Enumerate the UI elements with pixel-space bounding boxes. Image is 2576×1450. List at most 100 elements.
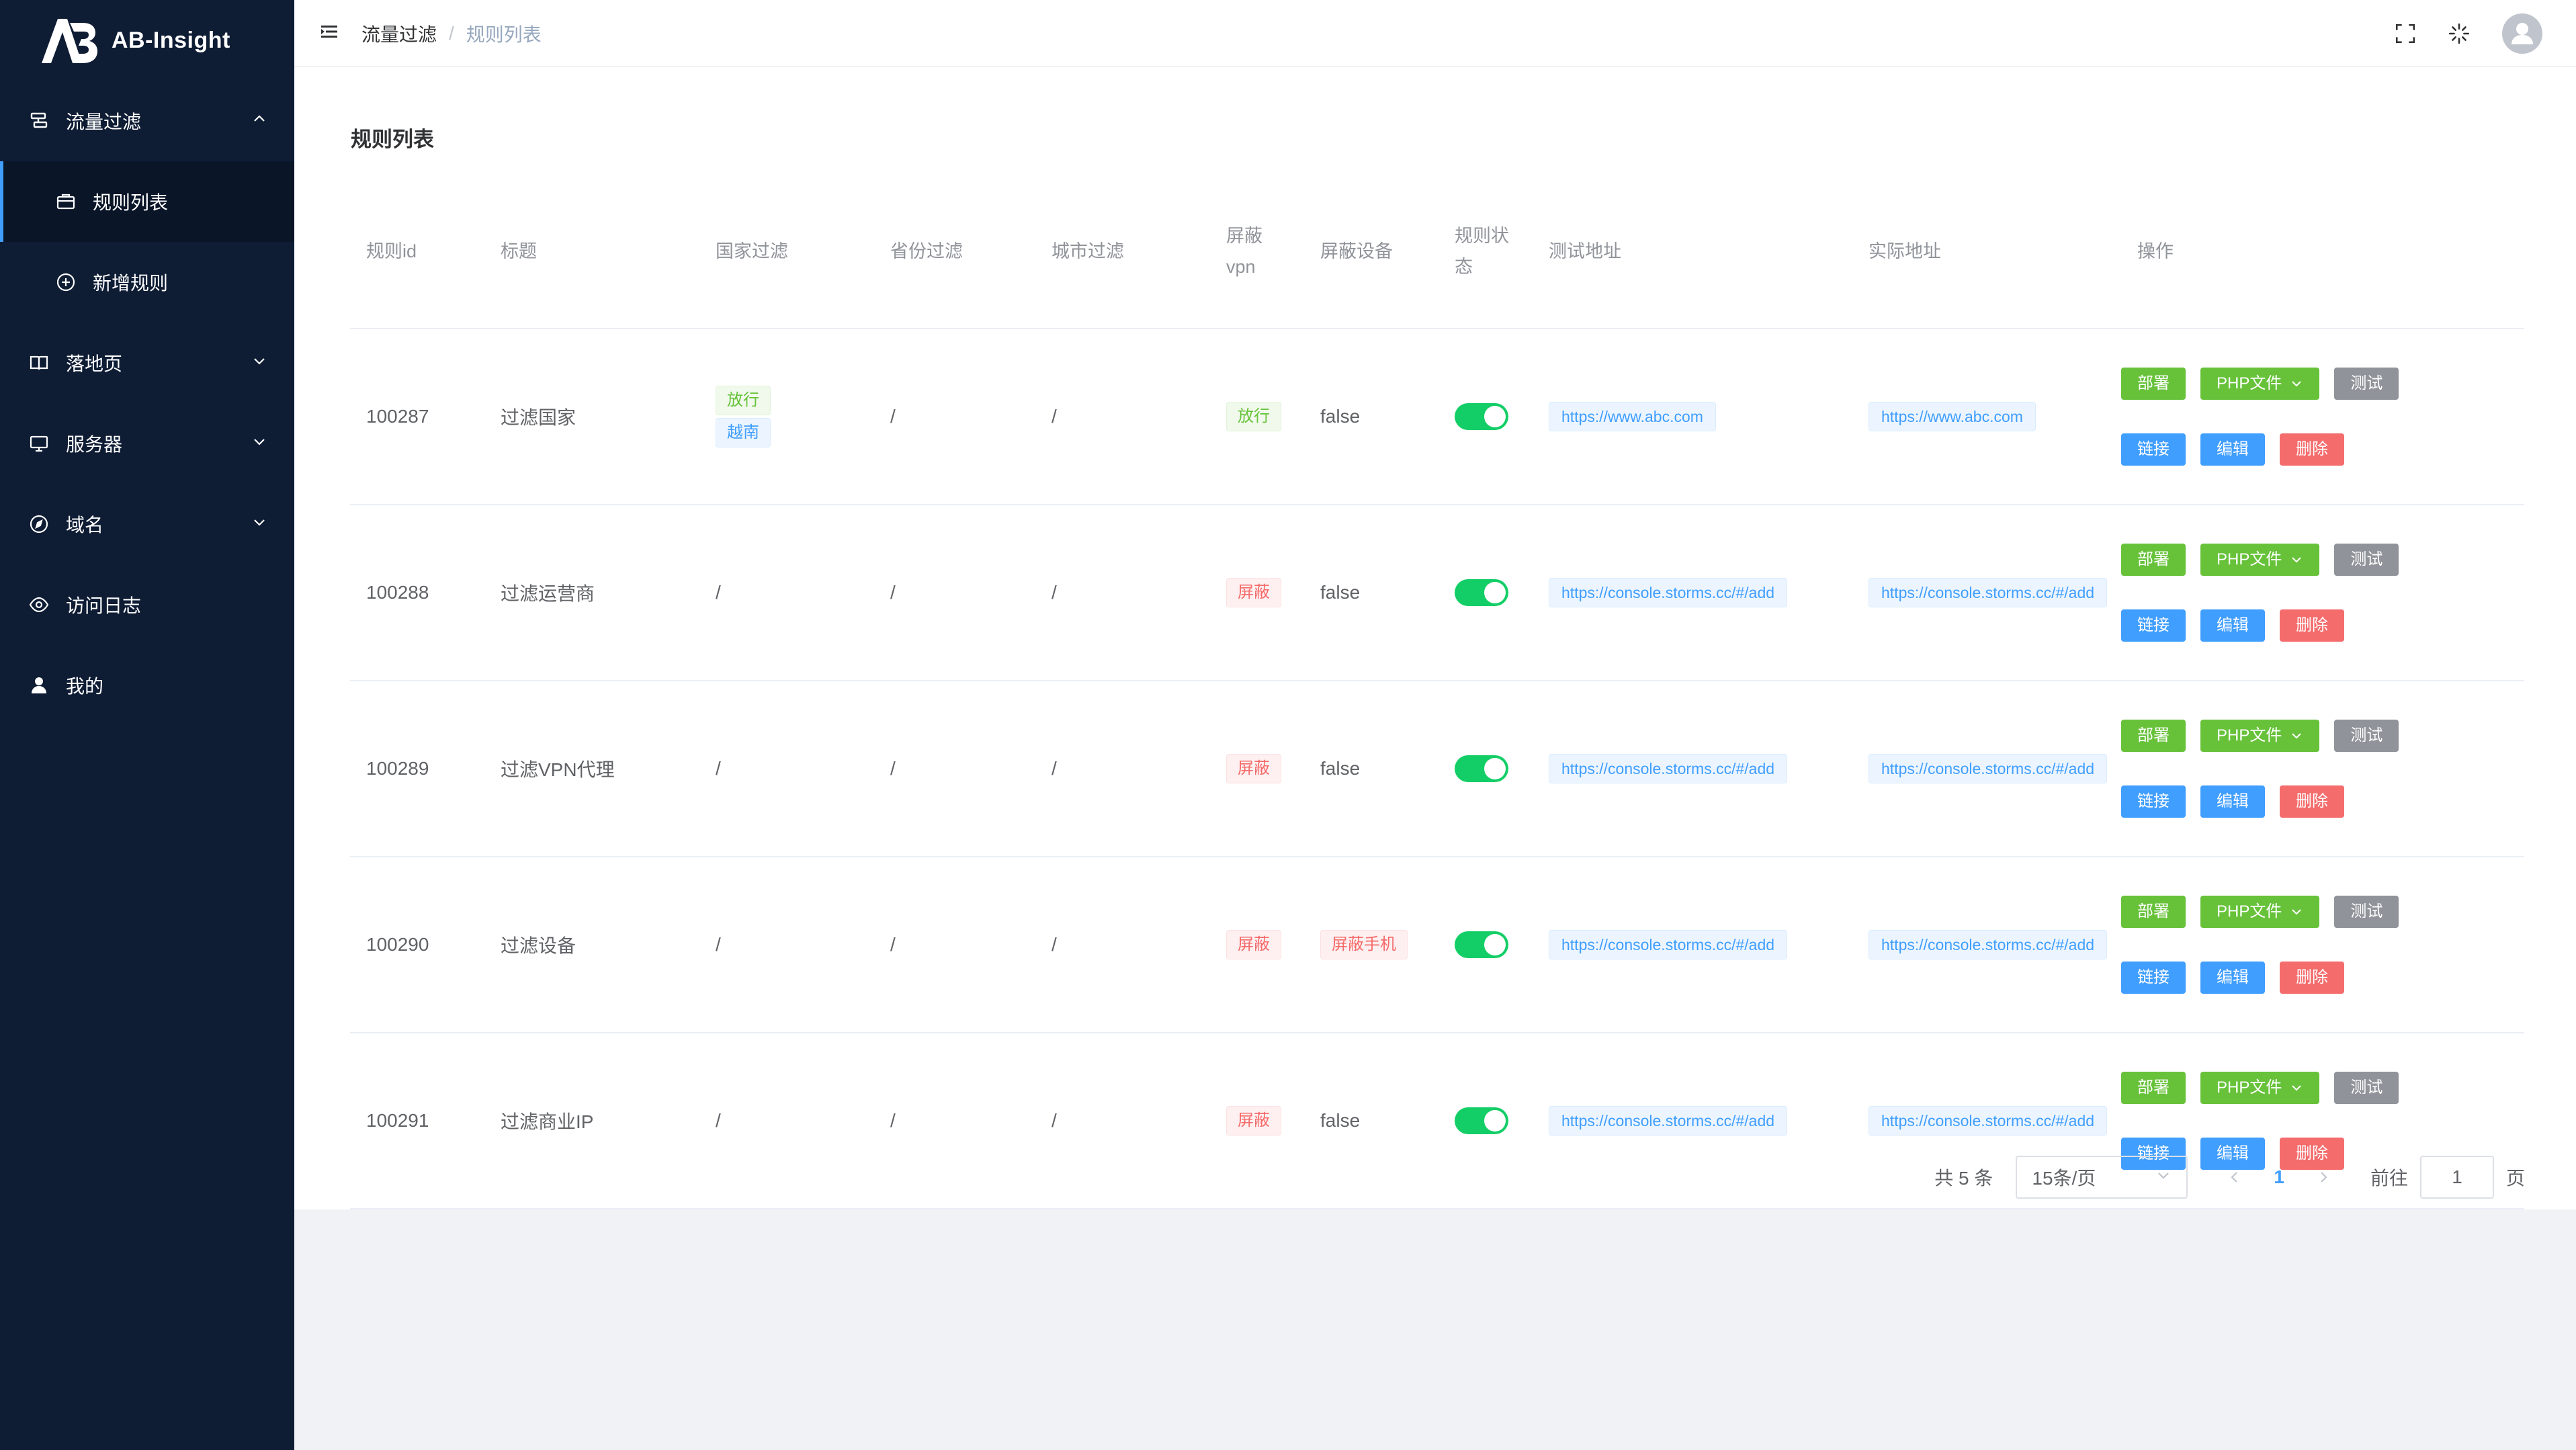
delete-button[interactable]: 删除 bbox=[2280, 609, 2344, 642]
php-file-dropdown-button[interactable]: PHP文件 bbox=[2200, 896, 2320, 928]
cell-test-url: https://console.storms.cc/#/add bbox=[1533, 1106, 1852, 1136]
breadcrumb-item-traffic-filter[interactable]: 流量过滤 bbox=[361, 20, 437, 47]
test-button[interactable]: 测试 bbox=[2334, 544, 2399, 576]
cell-province: / bbox=[890, 406, 896, 427]
deploy-button[interactable]: 部署 bbox=[2121, 896, 2186, 928]
table-row: 100289 过滤VPN代理 / / / 屏蔽 false https://co… bbox=[350, 681, 2524, 857]
fullscreen-icon[interactable] bbox=[2392, 20, 2419, 47]
cell-id: 100289 bbox=[366, 758, 429, 779]
col-header-vpn-line2: vpn bbox=[1226, 257, 1256, 277]
chevron-down-icon bbox=[251, 433, 267, 454]
test-button[interactable]: 测试 bbox=[2334, 1072, 2399, 1104]
sidebar-item-mine[interactable]: 我的 bbox=[0, 645, 294, 726]
test-button[interactable]: 测试 bbox=[2334, 720, 2399, 752]
delete-button[interactable]: 删除 bbox=[2280, 433, 2344, 466]
link-button[interactable]: 链接 bbox=[2121, 962, 2186, 994]
rule-status-switch[interactable] bbox=[1455, 931, 1508, 958]
sidebar-item-rule-list[interactable]: 规则列表 bbox=[0, 161, 294, 242]
cell-vpn: 屏蔽 bbox=[1210, 754, 1304, 783]
test-button[interactable]: 测试 bbox=[2334, 368, 2399, 400]
deploy-button[interactable]: 部署 bbox=[2121, 368, 2186, 400]
deploy-button[interactable]: 部署 bbox=[2121, 720, 2186, 752]
real-url-tag[interactable]: https://console.storms.cc/#/add bbox=[1869, 578, 2108, 607]
sidebar-item-traffic-filter[interactable]: 流量过滤 bbox=[0, 81, 294, 161]
php-file-dropdown-button[interactable]: PHP文件 bbox=[2200, 544, 2320, 576]
breadcrumb-separator: / bbox=[449, 22, 454, 44]
test-url-tag[interactable]: https://console.storms.cc/#/add bbox=[1549, 754, 1788, 783]
real-url-tag[interactable]: https://console.storms.cc/#/add bbox=[1869, 754, 2108, 783]
cell-status bbox=[1439, 403, 1533, 430]
chevron-down-icon bbox=[2290, 1081, 2303, 1095]
test-url-tag[interactable]: https://console.storms.cc/#/add bbox=[1549, 1106, 1788, 1136]
compass-icon bbox=[27, 512, 51, 536]
sidebar-item-label: 流量过滤 bbox=[66, 112, 142, 132]
deploy-button[interactable]: 部署 bbox=[2121, 544, 2186, 576]
app-logo[interactable]: AB-Insight bbox=[0, 0, 294, 81]
sidebar-item-label: 访问日志 bbox=[66, 595, 142, 616]
rule-status-switch[interactable] bbox=[1455, 755, 1508, 782]
cell-vpn: 放行 bbox=[1210, 402, 1304, 431]
real-url-tag[interactable]: https://console.storms.cc/#/add bbox=[1869, 1106, 2108, 1136]
link-button[interactable]: 链接 bbox=[2121, 785, 2186, 818]
sidebar-item-access-log[interactable]: 访问日志 bbox=[0, 564, 294, 645]
cell-real-url: https://console.storms.cc/#/add bbox=[1852, 754, 2121, 783]
cell-status bbox=[1439, 1107, 1533, 1134]
cell-country: 放行 越南 bbox=[699, 383, 874, 450]
avatar[interactable] bbox=[2502, 13, 2542, 54]
test-url-tag[interactable]: https://console.storms.cc/#/add bbox=[1549, 578, 1788, 607]
page-number-current[interactable]: 1 bbox=[2274, 1166, 2284, 1188]
test-url-tag[interactable]: https://www.abc.com bbox=[1549, 402, 1716, 431]
rule-list-card: 规则列表 规则id 标题 国家过滤 省份过滤 城市过滤 屏蔽 vpn 屏蔽设备 … bbox=[294, 67, 2576, 1209]
php-file-dropdown-button[interactable]: PHP文件 bbox=[2200, 368, 2320, 400]
col-header-status-line2: 态 bbox=[1455, 257, 1473, 277]
cell-test-url: https://console.storms.cc/#/add bbox=[1533, 930, 1852, 959]
sidebar-item-add-rule[interactable]: 新增规则 bbox=[0, 242, 294, 323]
edit-button[interactable]: 编辑 bbox=[2200, 962, 2265, 994]
rule-status-switch[interactable] bbox=[1455, 579, 1508, 606]
chevron-down-icon bbox=[2155, 1166, 2172, 1188]
real-url-tag[interactable]: https://console.storms.cc/#/add bbox=[1869, 930, 2108, 959]
cell-province: / bbox=[890, 758, 896, 779]
cell-device: false bbox=[1320, 1110, 1361, 1131]
deploy-button[interactable]: 部署 bbox=[2121, 1072, 2186, 1104]
real-url-tag[interactable]: https://www.abc.com bbox=[1869, 402, 2036, 431]
col-header-device: 屏蔽设备 bbox=[1320, 241, 1393, 261]
prev-page-button[interactable] bbox=[2221, 1170, 2248, 1185]
sidebar-item-domains[interactable]: 域名 bbox=[0, 484, 294, 564]
sidebar-item-landing-page[interactable]: 落地页 bbox=[0, 323, 294, 403]
edit-button[interactable]: 编辑 bbox=[2200, 609, 2265, 642]
link-button[interactable]: 链接 bbox=[2121, 433, 2186, 466]
chevron-up-icon bbox=[251, 110, 267, 132]
sidebar-item-servers[interactable]: 服务器 bbox=[0, 403, 294, 484]
rule-status-switch[interactable] bbox=[1455, 1107, 1508, 1134]
breadcrumb: 流量过滤 / 规则列表 bbox=[361, 20, 542, 47]
test-url-tag[interactable]: https://console.storms.cc/#/add bbox=[1549, 930, 1788, 959]
cell-vpn: 屏蔽 bbox=[1210, 1106, 1304, 1136]
sidebar: AB-Insight 流量过滤 规则列表 新增规则 落地页 服务器 域名 访问日… bbox=[0, 0, 294, 1450]
page-size-select[interactable]: 15条/页 bbox=[2016, 1156, 2188, 1199]
cell-status bbox=[1439, 579, 1533, 606]
next-page-button[interactable] bbox=[2310, 1170, 2337, 1185]
loading-spinner-icon[interactable] bbox=[2446, 20, 2473, 47]
edit-button[interactable]: 编辑 bbox=[2200, 785, 2265, 818]
edit-button[interactable]: 编辑 bbox=[2200, 433, 2265, 466]
delete-button[interactable]: 删除 bbox=[2280, 785, 2344, 818]
chevron-down-icon bbox=[2290, 553, 2303, 566]
ops-line-1: 部署 PHP文件 测试 bbox=[2121, 896, 2524, 928]
rule-status-switch[interactable] bbox=[1455, 403, 1508, 430]
cell-vpn: 屏蔽 bbox=[1210, 578, 1304, 607]
delete-button[interactable]: 删除 bbox=[2280, 962, 2344, 994]
table-row: 100288 过滤运营商 / / / 屏蔽 false https://cons… bbox=[350, 505, 2524, 681]
book-icon bbox=[27, 351, 51, 375]
php-file-dropdown-button[interactable]: PHP文件 bbox=[2200, 720, 2320, 752]
ab-logo-icon bbox=[38, 13, 112, 67]
ops-line-1: 部署 PHP文件 测试 bbox=[2121, 1072, 2524, 1104]
php-file-dropdown-button[interactable]: PHP文件 bbox=[2200, 1072, 2320, 1104]
goto-page-input[interactable] bbox=[2419, 1156, 2494, 1199]
hamburger-icon[interactable] bbox=[318, 21, 340, 46]
country-tag: 越南 bbox=[716, 418, 771, 447]
test-button[interactable]: 测试 bbox=[2334, 896, 2399, 928]
country-allow-tag: 放行 bbox=[716, 386, 771, 415]
cell-test-url: https://console.storms.cc/#/add bbox=[1533, 578, 1852, 607]
link-button[interactable]: 链接 bbox=[2121, 609, 2186, 642]
